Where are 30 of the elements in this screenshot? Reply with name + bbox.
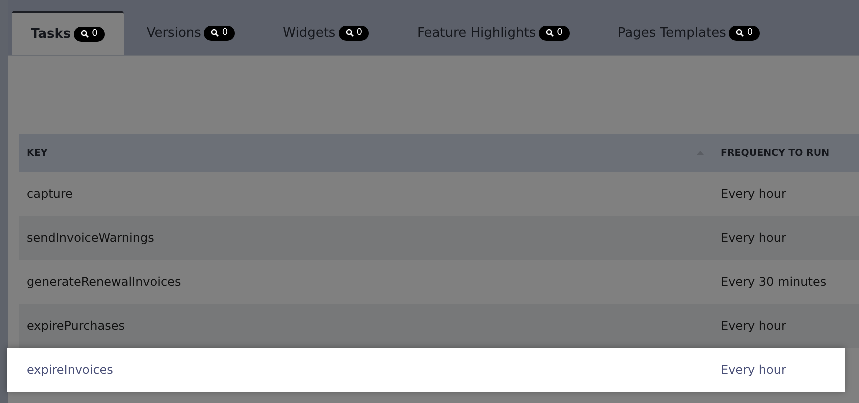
search-icon: [736, 29, 744, 37]
table-cell: Every hour: [721, 187, 786, 201]
tab[interactable]: Versions 0: [128, 11, 254, 55]
search-icon: [346, 29, 354, 37]
count-badge: 0: [729, 26, 760, 40]
tab[interactable]: Pages Templates 0: [598, 11, 780, 55]
table-row[interactable]: expirePurchases Every hour: [19, 304, 859, 348]
table-cell: Every 30 minutes: [721, 275, 827, 289]
count-badge: 0: [74, 26, 105, 42]
search-icon: [546, 29, 554, 37]
search-icon: [81, 30, 90, 38]
count-badge: 0: [338, 26, 370, 40]
count-badge: 0: [204, 26, 236, 40]
count-badge: 0: [539, 26, 570, 40]
table-cell: expirePurchases: [27, 319, 126, 333]
table-cell: Every hour: [721, 363, 786, 377]
column-header[interactable]: KEY: [27, 148, 48, 158]
table-cell: Every hour: [721, 231, 786, 245]
tab[interactable]: Widgets 0: [264, 11, 388, 55]
table-cell: expireInvoices: [27, 363, 114, 377]
table-cell: Every hour: [721, 319, 786, 333]
search-icon: [211, 29, 220, 37]
column-header-cell[interactable]: KEY: [19, 148, 712, 158]
tab[interactable]: Tasks 0: [12, 11, 124, 55]
table-row[interactable]: expireInvoices Every hour: [7, 348, 845, 392]
tab[interactable]: Feature Highlights 0: [398, 11, 589, 55]
table-cell: generateRenewalInvoices: [27, 275, 182, 289]
table-cell: capture: [27, 187, 73, 201]
table-cell: sendInvoiceWarnings: [27, 231, 154, 245]
table-row[interactable]: sendInvoiceWarnings Every hour: [19, 216, 859, 260]
